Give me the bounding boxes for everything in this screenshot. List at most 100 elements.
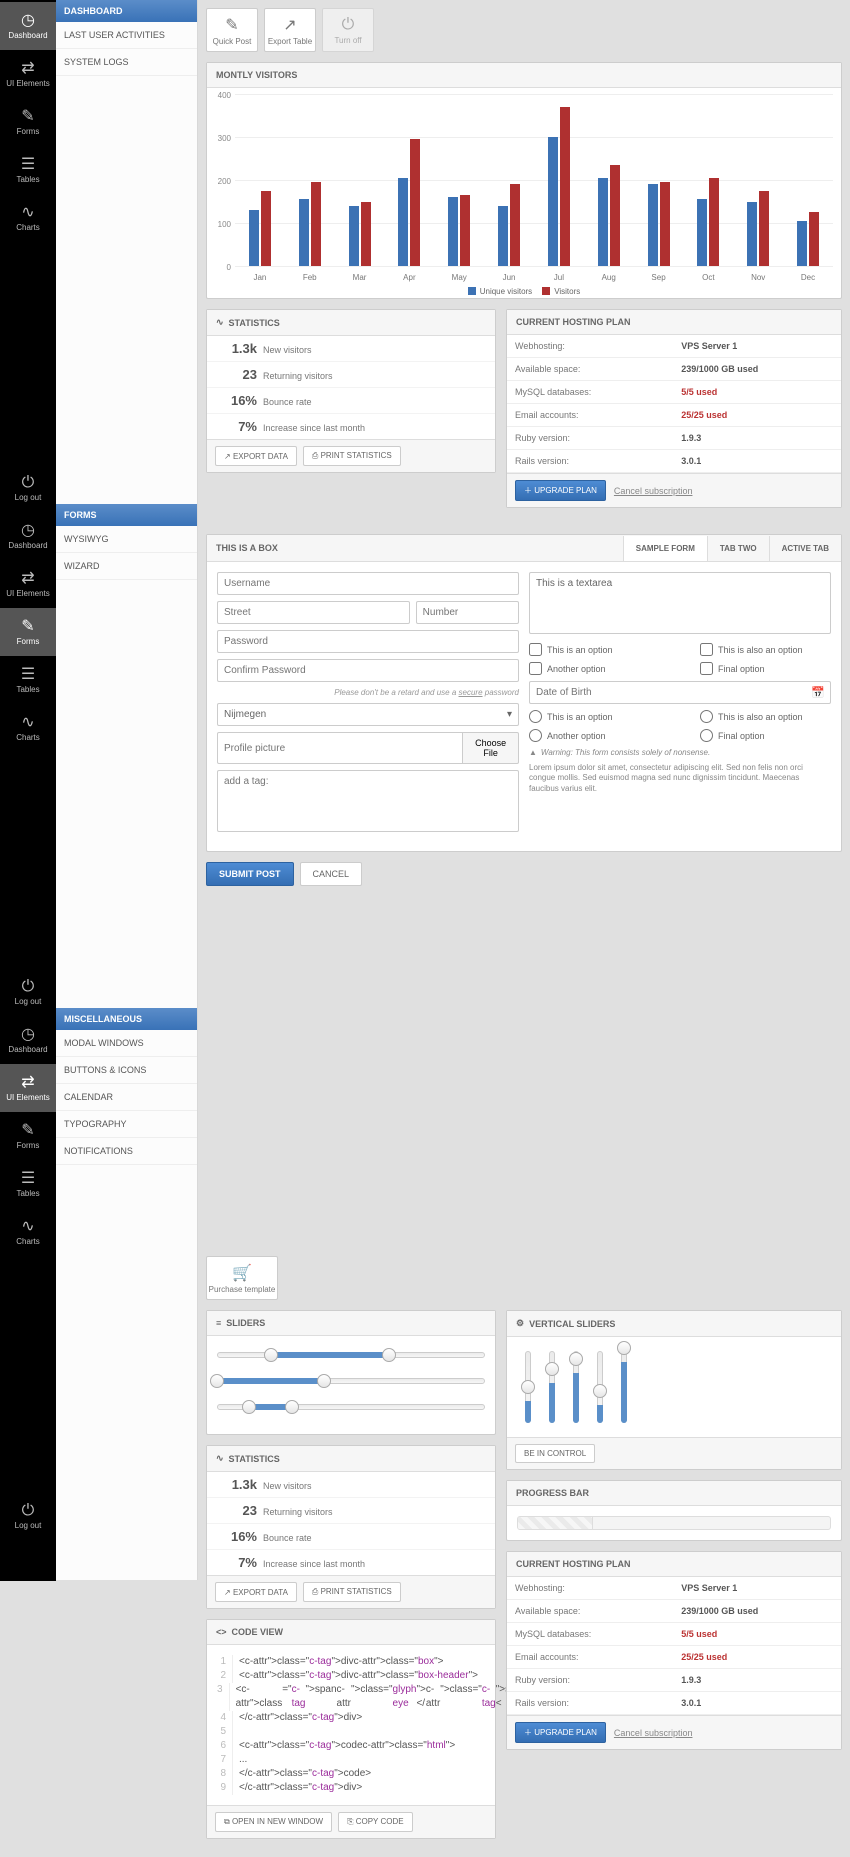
choose-file-button[interactable]: Choose File (463, 732, 519, 764)
password-input[interactable] (217, 630, 519, 653)
export-data-button[interactable]: ↗ EXPORT DATA (215, 1582, 297, 1602)
confirm-password-input[interactable] (217, 659, 519, 682)
table-row: Email accounts:25/25 used (507, 1646, 841, 1669)
table-row: Ruby version:1.9.3 (507, 427, 841, 450)
slider-handle[interactable] (317, 1374, 331, 1388)
table-row: Available space:239/1000 GB used (507, 358, 841, 381)
slider-handle[interactable] (545, 1362, 559, 1376)
turn-off-button[interactable]: ⏻Turn off (322, 8, 374, 52)
hosting-title: CURRENT HOSTING PLAN (507, 1552, 841, 1577)
upgrade-plan-button[interactable]: ＋ UPGRADE PLAN (515, 1722, 606, 1743)
chart-bar (311, 182, 321, 266)
plus-icon: ＋ (524, 486, 532, 495)
form-warning: ▲Warning: This form consists solely of n… (529, 748, 831, 757)
chart-bar (759, 191, 769, 266)
chart-bar (361, 202, 371, 267)
tab-sample-form[interactable]: SAMPLE FORM (623, 536, 707, 561)
radio-option[interactable]: Final option (700, 729, 831, 742)
checkbox-option[interactable]: This is also an option (700, 643, 831, 656)
textarea-input[interactable]: This is a textarea (529, 572, 831, 634)
slider-handle[interactable] (382, 1348, 396, 1362)
slider[interactable] (217, 1372, 485, 1388)
table-row: Webhosting:VPS Server 1 (507, 1577, 841, 1600)
sidebar-item[interactable]: BUTTONS & ICONS (56, 1057, 197, 1084)
username-input[interactable] (217, 572, 519, 595)
number-input[interactable] (416, 601, 519, 624)
cancel-button[interactable]: CANCEL (300, 862, 363, 886)
checkbox-option[interactable]: Another option (529, 662, 660, 675)
radio-option[interactable]: This is an option (529, 710, 660, 723)
export-icon: ↗ (283, 15, 296, 35)
checkbox-option[interactable]: This is an option (529, 643, 660, 656)
print-stats-button[interactable]: ⎙ PRINT STATISTICS (303, 1582, 401, 1602)
cancel-subscription-link[interactable]: Cancel subscription (614, 1728, 693, 1738)
street-input[interactable] (217, 601, 410, 624)
dob-input[interactable] (529, 681, 831, 704)
cancel-subscription-link[interactable]: Cancel subscription (614, 486, 693, 496)
vertical-slider[interactable] (617, 1351, 631, 1423)
radio-option[interactable]: This is also an option (700, 710, 831, 723)
tab-two[interactable]: TAB TWO (707, 536, 769, 561)
stat-row: 1.3kNew visitors (207, 336, 495, 362)
sidebar-item[interactable]: NOTIFICATIONS (56, 1138, 197, 1165)
slider-handle[interactable] (617, 1341, 631, 1355)
vertical-slider[interactable] (593, 1351, 607, 1423)
vertical-sliders-title: ⚙VERTICAL SLIDERS (507, 1311, 841, 1337)
print-stats-button[interactable]: ⎙ PRINT STATISTICS (303, 446, 401, 466)
export-table-button[interactable]: ↗Export Table (264, 8, 316, 52)
chart-xlabel: Sep (634, 273, 684, 282)
lorem-text: Lorem ipsum dolor sit amet, consectetur … (529, 763, 831, 794)
slider-handle[interactable] (285, 1400, 299, 1414)
sidebar-item[interactable]: LAST USER ACTIVITIES (56, 22, 197, 49)
slider[interactable] (217, 1398, 485, 1414)
code-line: 8</c-attr">class="c-tag">code> (217, 1767, 485, 1781)
radio-option[interactable]: Another option (529, 729, 660, 742)
sidebar-item[interactable]: TYPOGRAPHY (56, 1111, 197, 1138)
sidebar-item[interactable]: WIZARD (56, 553, 197, 580)
chart-xlabel: May (434, 273, 484, 282)
sidebar-item[interactable]: MODAL WINDOWS (56, 1030, 197, 1057)
vertical-slider[interactable] (521, 1351, 535, 1423)
tab-active[interactable]: ACTIVE TAB (769, 536, 841, 561)
open-new-window-button[interactable]: ⧉ OPEN IN NEW WINDOW (215, 1812, 332, 1832)
chart-xlabel: Jul (534, 273, 584, 282)
select-caret-icon: ▾ (507, 709, 512, 720)
export-data-button[interactable]: ↗ EXPORT DATA (215, 446, 297, 466)
table-row: Ruby version:1.9.3 (507, 1669, 841, 1692)
sidebar-item[interactable]: WYSIWYG (56, 526, 197, 553)
chart-bar (398, 178, 408, 266)
city-select[interactable]: Nijmegen▾ (217, 703, 519, 726)
profile-picture-input[interactable] (217, 732, 463, 764)
sliders-icon: ≡ (216, 1318, 221, 1328)
codeview-title: <>CODE VIEW (207, 1620, 495, 1645)
share-icon: ↗ (224, 1588, 231, 1597)
slider-handle[interactable] (210, 1374, 224, 1388)
slider-handle[interactable] (521, 1380, 535, 1394)
sidebar-item[interactable]: CALENDAR (56, 1084, 197, 1111)
tag-input[interactable] (217, 770, 519, 832)
be-in-control-button[interactable]: BE IN CONTROL (515, 1444, 595, 1463)
chart-bar (797, 221, 807, 266)
quick-post-button[interactable]: ✎Quick Post (206, 8, 258, 52)
stat-row: 7%Increase since last month (207, 414, 495, 439)
upgrade-plan-button[interactable]: ＋ UPGRADE PLAN (515, 480, 606, 501)
checkbox-option[interactable]: Final option (700, 662, 831, 675)
copy-code-button[interactable]: ⎘ COPY CODE (338, 1812, 413, 1832)
code-icon: <> (216, 1627, 227, 1637)
slider[interactable] (217, 1346, 485, 1362)
vertical-slider[interactable] (569, 1351, 583, 1423)
chart-bar (548, 137, 558, 266)
stats-title: ∿STATISTICS (207, 1446, 495, 1472)
vertical-slider[interactable] (545, 1351, 559, 1423)
slider-handle[interactable] (593, 1384, 607, 1398)
purchase-template-button[interactable]: 🛒Purchase template (206, 1256, 278, 1300)
chart-xlabel: Nov (733, 273, 783, 282)
slider-handle[interactable] (569, 1352, 583, 1366)
slider-handle[interactable] (242, 1400, 256, 1414)
print-icon: ⎙ (312, 1587, 318, 1596)
submit-button[interactable]: SUBMIT POST (206, 862, 294, 886)
warning-icon: ▲ (529, 748, 537, 757)
chart-bar (510, 184, 520, 266)
slider-handle[interactable] (264, 1348, 278, 1362)
sidebar-item[interactable]: SYSTEM LOGS (56, 49, 197, 76)
